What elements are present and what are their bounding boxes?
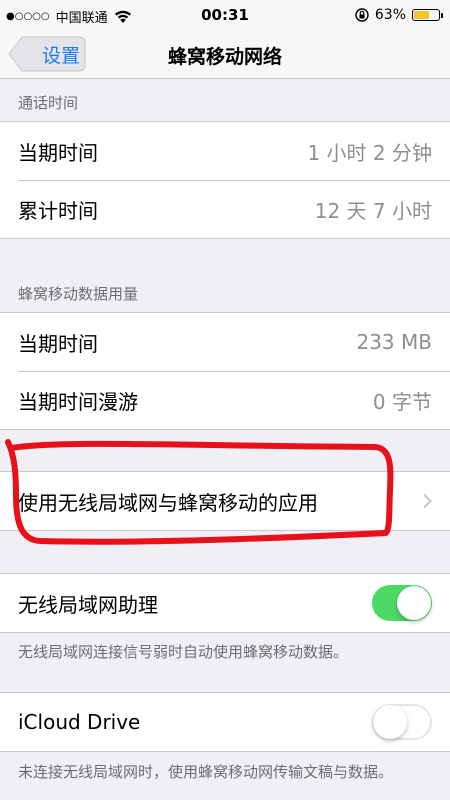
cell-value: 0 字节 (372, 389, 432, 414)
cell-label: 当期时间漫游 (18, 389, 138, 414)
call-time-group: 当期时间 1 小时 2 分钟 累计时间 12 天 7 小时 (0, 121, 450, 239)
cell-value: 12 天 7 小时 (314, 198, 432, 223)
icloud-drive-footer: 未连接无线局域网时，使用蜂窝移动网传输文稿与数据。 (18, 763, 394, 781)
wlan-assist-group: 无线局域网助理 (0, 573, 450, 633)
cell-current-period-roaming: 当期时间漫游 0 字节 (0, 371, 450, 429)
section-header-call-time: 通话时间 (18, 94, 79, 112)
toggle-knob (373, 705, 407, 739)
cell-value: 1 小时 2 分钟 (307, 140, 432, 165)
navigation-bar: 设置 蜂窝移动网络 (0, 32, 450, 79)
cell-value: 233 MB (356, 330, 432, 354)
icloud-drive-toggle[interactable] (372, 704, 432, 740)
status-right: 63% (355, 7, 443, 23)
cell-current-period-data: 当期时间 233 MB (0, 313, 450, 371)
rotation-lock-icon (355, 8, 369, 22)
wlan-assist-row: 无线局域网助理 (0, 574, 450, 632)
icloud-drive-row: iCloud Drive (0, 693, 450, 751)
wlan-assist-footer: 无线局域网连接信号弱时自动使用蜂窝移动数据。 (18, 643, 349, 661)
cell-label: 使用无线局域网与蜂窝移动的应用 (18, 490, 318, 515)
icloud-drive-group: iCloud Drive (0, 692, 450, 752)
status-bar: ●○○○○ 中国联通 00:31 63% (0, 0, 450, 32)
cell-label: iCloud Drive (18, 710, 141, 734)
section-header-data-usage: 蜂窝移动数据用量 (18, 285, 139, 303)
cell-label: 当期时间 (18, 331, 98, 356)
apps-using-wlan-cellular-row[interactable]: 使用无线局域网与蜂窝移动的应用 (0, 472, 450, 530)
wlan-assist-toggle[interactable] (372, 585, 432, 621)
apps-group: 使用无线局域网与蜂窝移动的应用 (0, 471, 450, 531)
cell-label: 累计时间 (18, 198, 98, 223)
page-title: 蜂窝移动网络 (167, 46, 282, 68)
battery-icon (412, 9, 443, 21)
chevron-right-icon (423, 493, 432, 509)
cell-label: 当期时间 (18, 140, 98, 165)
cell-lifetime: 累计时间 12 天 7 小时 (0, 180, 450, 238)
toggle-knob (397, 586, 431, 620)
battery-percent: 63% (374, 7, 406, 23)
battery-fill (414, 11, 430, 19)
data-usage-group: 当期时间 233 MB 当期时间漫游 0 字节 (0, 312, 450, 430)
cell-current-period: 当期时间 1 小时 2 分钟 (0, 122, 450, 180)
cell-label: 无线局域网助理 (18, 592, 158, 617)
